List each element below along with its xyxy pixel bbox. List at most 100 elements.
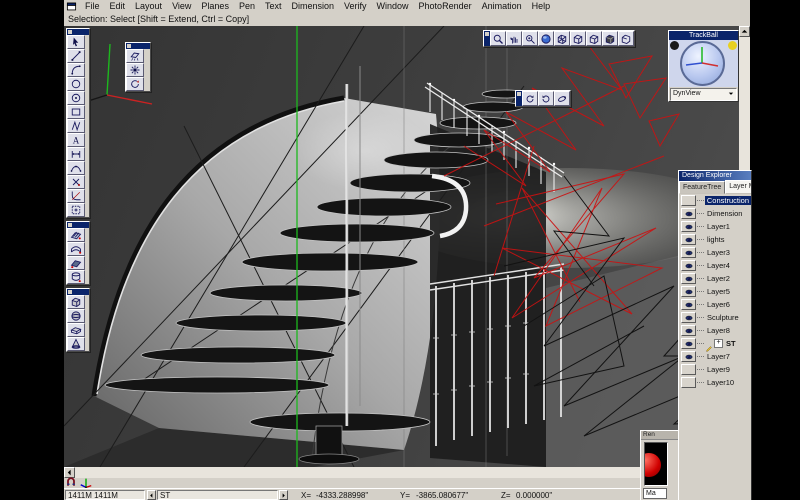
toolbar-grip[interactable] [516, 91, 522, 106]
trackball-sphere-button[interactable] [538, 31, 554, 46]
sphere-solid-button[interactable] [67, 309, 85, 323]
palette-titlebar[interactable] [67, 29, 89, 35]
visibility-toggle[interactable] [681, 247, 696, 258]
dimension-button[interactable] [67, 147, 85, 161]
sweep-surface-button[interactable] [67, 228, 85, 242]
expand-toggle[interactable]: + [714, 339, 723, 348]
loft-surface-button[interactable] [67, 242, 85, 256]
rotate-ccw-button[interactable] [538, 91, 554, 106]
layer-row[interactable]: Layer7 [679, 350, 751, 363]
pan-button[interactable] [506, 31, 522, 46]
text-button[interactable]: A [67, 133, 85, 147]
palette-titlebar[interactable] [67, 289, 89, 295]
layer-label[interactable]: Layer4 [705, 261, 732, 270]
render-window-titlebar[interactable]: Ren [641, 431, 683, 440]
line-button[interactable] [67, 49, 85, 63]
layer-label[interactable]: Layer10 [705, 378, 736, 387]
center-circle-button[interactable] [67, 91, 85, 105]
visibility-toggle-empty[interactable] [681, 195, 696, 206]
visibility-toggle[interactable] [681, 325, 696, 336]
visibility-toggle[interactable] [681, 338, 696, 349]
open-cube-view-button[interactable] [618, 31, 634, 46]
palette-titlebar[interactable] [126, 43, 150, 49]
menu-item-planes[interactable]: Planes [196, 0, 234, 13]
menu-item-animation[interactable]: Animation [477, 0, 527, 13]
shaded-view-button[interactable] [602, 31, 618, 46]
layer-label[interactable]: lights [705, 235, 727, 244]
layer-label[interactable]: ST [724, 339, 738, 348]
visibility-toggle[interactable] [681, 286, 696, 297]
view-mode-dropdown[interactable]: DynView [670, 88, 737, 101]
menu-item-window[interactable]: Window [372, 0, 414, 13]
visibility-toggle[interactable] [681, 299, 696, 310]
menu-item-edit[interactable]: Edit [105, 0, 131, 13]
snap-icon[interactable] [65, 476, 77, 488]
layer-label[interactable]: Layer3 [705, 248, 732, 257]
layer-label[interactable]: Layer8 [705, 326, 732, 335]
toolbar-grip[interactable] [484, 31, 490, 46]
hidden-line-view-button[interactable] [570, 31, 586, 46]
layer-label[interactable]: Layer6 [705, 300, 732, 309]
arc-button[interactable] [67, 63, 85, 77]
active-layer-field[interactable]: ST [157, 490, 278, 500]
layer-label[interactable]: Layer2 [705, 274, 732, 283]
menu-item-photorender[interactable]: PhotoRender [414, 0, 477, 13]
rotate-light-button[interactable] [126, 77, 144, 91]
menu-item-file[interactable]: File [80, 0, 105, 13]
box-solid-button[interactable] [67, 295, 85, 309]
spot-light-button[interactable] [126, 63, 144, 77]
fillet-button[interactable] [67, 189, 85, 203]
menu-item-text[interactable]: Text [260, 0, 287, 13]
menu-item-dimension[interactable]: Dimension [286, 0, 339, 13]
menu-item-layout[interactable]: Layout [130, 0, 167, 13]
layer-next-button[interactable] [279, 490, 288, 500]
viewport-3d[interactable] [64, 26, 739, 467]
circle-button[interactable] [67, 77, 85, 91]
palette-titlebar[interactable] [67, 222, 89, 228]
visibility-toggle[interactable] [681, 221, 696, 232]
rectangle-button[interactable] [67, 105, 85, 119]
visibility-toggle-empty[interactable] [681, 364, 696, 375]
visibility-toggle[interactable] [681, 273, 696, 284]
curve-button[interactable] [67, 161, 85, 175]
trackball-titlebar[interactable]: TrackBall [669, 31, 738, 40]
zoom-button[interactable] [490, 31, 506, 46]
menu-item-pen[interactable]: Pen [234, 0, 260, 13]
trackball-spin-button[interactable] [670, 41, 679, 50]
visibility-toggle[interactable] [681, 234, 696, 245]
trim-button[interactable] [67, 175, 85, 189]
visibility-toggle[interactable] [681, 312, 696, 323]
layer-row[interactable]: Layer10 [679, 376, 751, 389]
unshaded-view-button[interactable] [586, 31, 602, 46]
revolve-surface-button[interactable] [67, 270, 85, 284]
layer-prev-button[interactable] [147, 490, 156, 500]
palette-close-button[interactable] [127, 44, 131, 48]
slab-solid-button[interactable] [67, 323, 85, 337]
layer-label[interactable]: Dimension [705, 209, 744, 218]
zoom-window-button[interactable] [522, 31, 538, 46]
tab-layer-manager[interactable]: Layer Manager [725, 180, 752, 194]
layer-label[interactable]: Layer9 [705, 365, 732, 374]
cone-solid-button[interactable] [67, 337, 85, 351]
rotate-cw-button[interactable] [522, 91, 538, 106]
menu-item-verify[interactable]: Verify [339, 0, 372, 13]
transform-button[interactable] [67, 203, 85, 217]
rotate-iso-button[interactable] [554, 91, 570, 106]
layer-row[interactable]: Layer9 [679, 363, 751, 376]
shade-surface-button[interactable] [67, 256, 85, 270]
palette-close-button[interactable] [68, 290, 72, 294]
trackball-reset-button[interactable] [728, 41, 737, 50]
menu-item-view[interactable]: View [167, 0, 196, 13]
layer-label[interactable]: Layer1 [705, 222, 732, 231]
tab-featuretree[interactable]: FeatureTree [679, 181, 725, 194]
visibility-toggle[interactable] [681, 351, 696, 362]
scroll-up-button[interactable] [739, 26, 750, 37]
panel-light-button[interactable] [126, 49, 144, 63]
layer-label[interactable]: Construction [705, 196, 751, 205]
material-field[interactable]: Ma [643, 488, 667, 499]
palette-close-button[interactable] [68, 223, 72, 227]
visibility-toggle-empty[interactable] [681, 377, 696, 388]
select-button[interactable] [67, 35, 85, 49]
menu-item-help[interactable]: Help [527, 0, 556, 13]
wireframe-view-button[interactable] [554, 31, 570, 46]
